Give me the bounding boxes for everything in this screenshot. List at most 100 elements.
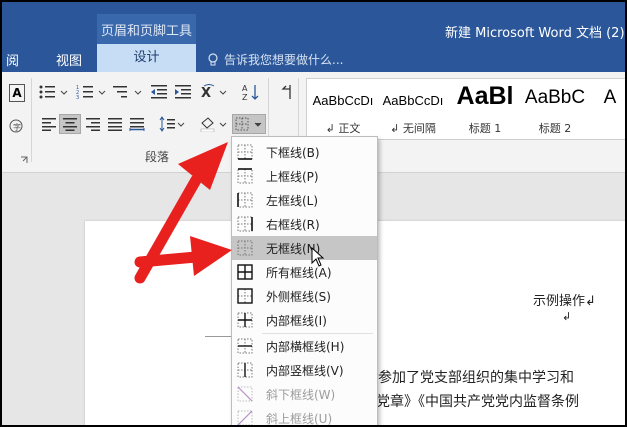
menu-item-label: 左框线(L)	[266, 194, 319, 208]
multilevel-list-icon	[113, 86, 142, 98]
sort-button[interactable]: AZ	[240, 82, 262, 102]
menu-item-label: 上框线(P)	[266, 170, 319, 184]
menu-item-all-borders[interactable]: 所有框线(A)	[232, 260, 377, 284]
menu-item-label: 斜下框线(W)	[266, 388, 336, 402]
style-name: 标题 1	[468, 122, 502, 135]
separator	[31, 78, 32, 162]
tab-design[interactable]: 设计	[97, 44, 196, 72]
decrease-indent-button[interactable]	[148, 82, 170, 102]
sort-icon: AZ	[242, 84, 259, 101]
diagonal-down-border-icon	[237, 386, 253, 402]
menu-item-label: 下框线(B)	[266, 146, 320, 160]
align-right-icon	[86, 118, 100, 131]
align-right-button[interactable]	[82, 114, 104, 134]
menu-item-label: 内部框线(I)	[266, 314, 327, 328]
lightbulb-icon	[208, 52, 218, 65]
style-name: ↲ 正文	[325, 122, 361, 135]
body-text-line: 参加了党支部组织的集中学习和	[378, 370, 574, 386]
align-center-icon	[63, 118, 77, 131]
context-group-title: 页眉和页脚工具	[100, 24, 192, 39]
increase-indent-icon	[175, 85, 191, 99]
menu-item-inside-borders[interactable]: 内部框线(I)	[232, 308, 377, 332]
increase-indent-button[interactable]	[172, 82, 194, 102]
paint-bucket-icon	[200, 117, 227, 132]
menu-item-no-border[interactable]: 无框线(N)	[232, 236, 377, 260]
style-sample: A	[603, 87, 617, 108]
distributed-button[interactable]	[126, 114, 148, 134]
borders-button[interactable]	[232, 114, 266, 134]
left-border-icon	[237, 192, 253, 208]
diagonal-up-border-icon	[237, 410, 253, 426]
justify-button[interactable]	[104, 114, 126, 134]
paragraph-mark: ↲	[562, 310, 572, 323]
tab-view[interactable]: 视图	[56, 50, 82, 69]
menu-item-diagonal-up-border[interactable]: 斜上框线(U)	[232, 406, 377, 427]
style-no-spacing[interactable]: AaBbCcDı ↲ 无间隔	[381, 79, 445, 139]
tab-review[interactable]: 阅	[6, 50, 19, 69]
style-normal[interactable]: AaBbCcDı ↲ 正文	[311, 79, 375, 139]
style-title[interactable]: A	[593, 79, 627, 139]
bullets-button[interactable]	[36, 82, 72, 102]
menu-item-bottom-border[interactable]: 下框线(B)	[232, 140, 377, 164]
shading-button[interactable]	[198, 114, 230, 134]
char-border-button[interactable]: A	[9, 84, 25, 102]
inside-borders-icon	[237, 312, 253, 328]
word-window: 页眉和页脚工具 阅 视图 设计 告诉我您想要做什么... 新建 Microsof…	[0, 0, 627, 427]
no-border-icon	[237, 240, 253, 256]
header-text: 示例操作↲	[533, 294, 596, 309]
menu-item-label: 右框线(R)	[266, 218, 320, 232]
right-border-icon	[237, 216, 253, 232]
line-spacing-icon	[159, 116, 185, 132]
document-title: 新建 Microsoft Word 文档 (2)	[445, 26, 625, 41]
menu-item-left-border[interactable]: 左框线(L)	[232, 188, 377, 212]
menu-item-diagonal-down-border[interactable]: 斜下框线(W)	[232, 382, 377, 406]
bullets-icon	[39, 85, 68, 99]
body-text-line: 《党章》《中国共产党党内监督条例	[362, 394, 579, 410]
style-sample: AaBl	[456, 82, 514, 110]
chinese-layout-button[interactable]: X	[200, 82, 230, 102]
menu-item-label: 斜上框线(U)	[266, 412, 333, 426]
title-bar: 页眉和页脚工具 阅 视图 设计 告诉我您想要做什么... 新建 Microsof…	[0, 0, 627, 72]
menu-item-inside-vertical-border[interactable]: 内部竖框线(V)	[232, 358, 377, 382]
style-name: 标题 2	[538, 122, 572, 135]
menu-item-top-border[interactable]: 上框线(P)	[232, 164, 377, 188]
paragraph-group-label: 段落	[145, 150, 170, 164]
justify-icon	[108, 118, 122, 131]
tell-me-box[interactable]: 告诉我您想要做什么...	[208, 51, 343, 68]
menu-item-inside-horizontal-border[interactable]: 内部横框线(H)	[232, 334, 377, 358]
enclose-char-button[interactable]: 字	[6, 116, 26, 136]
align-left-button[interactable]	[38, 114, 60, 134]
style-name: ↲ 无间隔	[390, 122, 436, 135]
menu-item-label: 内部横框线(H)	[266, 340, 345, 354]
style-heading-2[interactable]: AaBbC 标题 2	[523, 79, 587, 139]
outside-borders-icon	[237, 288, 253, 304]
style-sample: AaBbC	[524, 87, 586, 108]
tell-me-text: 告诉我您想要做什么...	[224, 53, 344, 67]
menu-item-label: 内部竖框线(V)	[266, 364, 344, 378]
inside-vertical-border-icon	[237, 362, 253, 378]
style-heading-1[interactable]: AaBl 标题 1	[453, 79, 517, 139]
align-left-icon	[42, 118, 56, 131]
show-marks-button[interactable]	[276, 82, 298, 102]
bottom-border-icon	[237, 144, 253, 160]
svg-text:Z: Z	[242, 93, 248, 101]
svg-text:字: 字	[13, 122, 21, 132]
top-border-icon	[237, 168, 253, 184]
borders-icon	[235, 117, 262, 131]
dialog-launcher-icon[interactable]	[20, 156, 28, 164]
chinese-layout-icon: X	[201, 84, 227, 100]
menu-item-right-border[interactable]: 右框线(R)	[232, 212, 377, 236]
style-sample: AaBbCcDı	[382, 93, 444, 108]
numbering-icon: 123	[76, 85, 106, 100]
align-center-button[interactable]	[59, 114, 81, 134]
borders-dropdown-menu: 下框线(B) 上框线(P) 左框线(L) 右框线(R) 无框线(N) 所有框线(…	[231, 136, 378, 427]
menu-item-outside-borders[interactable]: 外侧框线(S)	[232, 284, 377, 308]
all-borders-icon	[237, 264, 253, 280]
style-sample: AaBbCcDı	[312, 93, 374, 108]
menu-item-label: 外侧框线(S)	[266, 290, 331, 304]
enclose-char-icon: 字	[9, 119, 23, 133]
multilevel-list-button[interactable]	[110, 82, 146, 102]
numbering-button[interactable]: 123	[74, 82, 110, 102]
line-spacing-button[interactable]	[158, 114, 188, 134]
styles-gallery: AaBbCcDı ↲ 正文 AaBbCcDı ↲ 无间隔 AaBl 标题 1 A…	[306, 78, 627, 140]
